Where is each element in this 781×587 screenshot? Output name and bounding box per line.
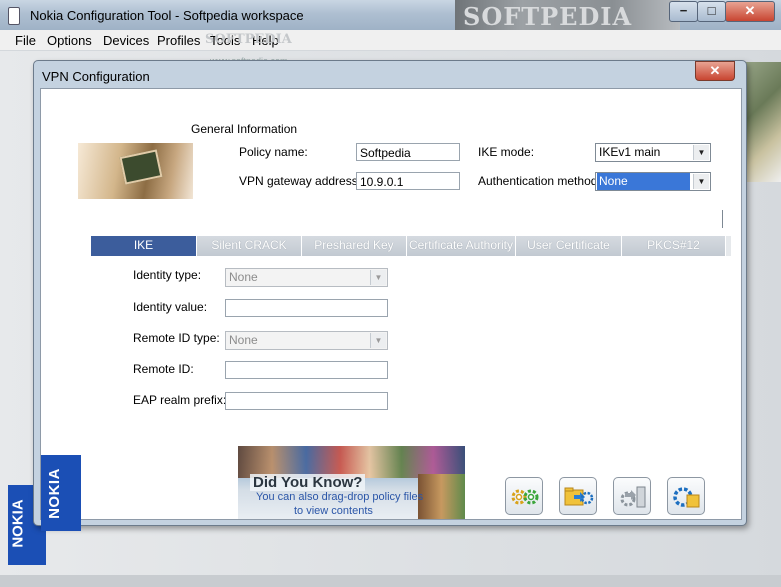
- gateway-input[interactable]: 10.9.0.1: [356, 172, 460, 190]
- window-title: Nokia Configuration Tool - Softpedia wor…: [30, 8, 304, 23]
- tab-preshared-key[interactable]: Preshared Key: [302, 236, 407, 256]
- nokia-logo: NOKIA: [41, 455, 81, 531]
- menu-devices[interactable]: Devices: [103, 33, 149, 48]
- menu-options[interactable]: Options: [47, 33, 92, 48]
- gears-icon: [511, 489, 539, 505]
- did-you-know-line2: to view contents: [294, 505, 373, 517]
- title-bar: SOFTPEDIA Nokia Configuration Tool - Sof…: [0, 0, 781, 31]
- did-you-know-heading: Did You Know?: [250, 474, 366, 491]
- eap-realm-prefix-input[interactable]: [225, 392, 388, 410]
- phone-screen: [119, 149, 163, 185]
- identity-type-value: None: [229, 270, 258, 284]
- app-icon: [8, 7, 20, 25]
- save-gear-icon: [673, 487, 700, 508]
- tab-pkcs12[interactable]: PKCS#12: [622, 236, 726, 256]
- tab-bar-edge: [722, 210, 723, 228]
- dialog-close-button[interactable]: ✕: [695, 61, 735, 81]
- bottom-strip: [0, 575, 781, 587]
- minimize-button[interactable]: −: [669, 1, 698, 22]
- tab-user-certificate[interactable]: User Certificate: [516, 236, 622, 256]
- chevron-down-icon: ▼: [370, 333, 386, 348]
- menu-profiles[interactable]: Profiles: [157, 33, 200, 48]
- menu-file[interactable]: File: [15, 33, 36, 48]
- banner-photo-side: [418, 474, 465, 519]
- identity-value-input[interactable]: [225, 299, 388, 317]
- tab-bar: IKE Silent CRACK Preshared Key Certifica…: [91, 236, 731, 256]
- remote-id-label: Remote ID:: [133, 362, 194, 376]
- did-you-know-line1: You can also drag-drop policy files: [256, 491, 424, 503]
- auth-method-value: None: [597, 173, 690, 190]
- did-you-know-banner: Did You Know? You can also drag-drop pol…: [238, 446, 465, 519]
- chevron-down-icon: ▼: [693, 174, 709, 189]
- auth-method-select[interactable]: None ▼: [595, 172, 711, 191]
- policy-name-label: Policy name:: [239, 145, 308, 159]
- chevron-down-icon: ▼: [693, 145, 709, 160]
- identity-type-select[interactable]: None ▼: [225, 268, 388, 287]
- close-button[interactable]: ✕: [725, 1, 775, 22]
- tab-silent-crack[interactable]: Silent CRACK: [197, 236, 302, 256]
- gears-button[interactable]: [505, 477, 543, 515]
- phone-image: [78, 143, 193, 199]
- export-button[interactable]: [613, 477, 651, 515]
- dialog-title: VPN Configuration: [42, 69, 150, 84]
- menu-bar: File Options Devices Profiles Tools Help: [0, 30, 781, 51]
- folder-gear-icon: [564, 487, 594, 506]
- save-button[interactable]: [667, 477, 705, 515]
- export-gear-icon: [620, 486, 646, 508]
- open-folder-button[interactable]: [559, 477, 597, 515]
- gateway-label: VPN gateway address:: [239, 174, 362, 188]
- ike-mode-select[interactable]: IKEv1 main ▼: [595, 143, 711, 162]
- menu-watermark: SOFTPEDIA: [205, 32, 292, 47]
- remote-id-type-value: None: [229, 333, 258, 347]
- tab-ike[interactable]: IKE: [91, 236, 197, 256]
- maximize-button[interactable]: □: [697, 1, 726, 22]
- ike-mode-label: IKE mode:: [478, 145, 535, 159]
- auth-method-label: Authentication method:: [478, 174, 601, 188]
- remote-id-type-select[interactable]: None ▼: [225, 331, 388, 350]
- identity-value-label: Identity value:: [133, 300, 208, 314]
- ike-mode-value: IKEv1 main: [599, 145, 661, 159]
- policy-name-input[interactable]: Softpedia: [356, 143, 460, 161]
- section-title: General Information: [191, 122, 298, 136]
- vpn-configuration-dialog: VPN Configuration ✕ General Information …: [33, 60, 747, 531]
- dialog-body: General Information Policy name: Softped…: [40, 88, 742, 531]
- chevron-down-icon: ▼: [370, 270, 386, 285]
- eap-realm-prefix-label: EAP realm prefix:: [133, 393, 227, 407]
- remote-id-input[interactable]: [225, 361, 388, 379]
- identity-type-label: Identity type:: [133, 268, 202, 282]
- tab-certificate-authority[interactable]: Certificate Authority: [407, 236, 516, 256]
- remote-id-type-label: Remote ID type:: [133, 331, 220, 345]
- watermark-banner: SOFTPEDIA: [455, 0, 680, 31]
